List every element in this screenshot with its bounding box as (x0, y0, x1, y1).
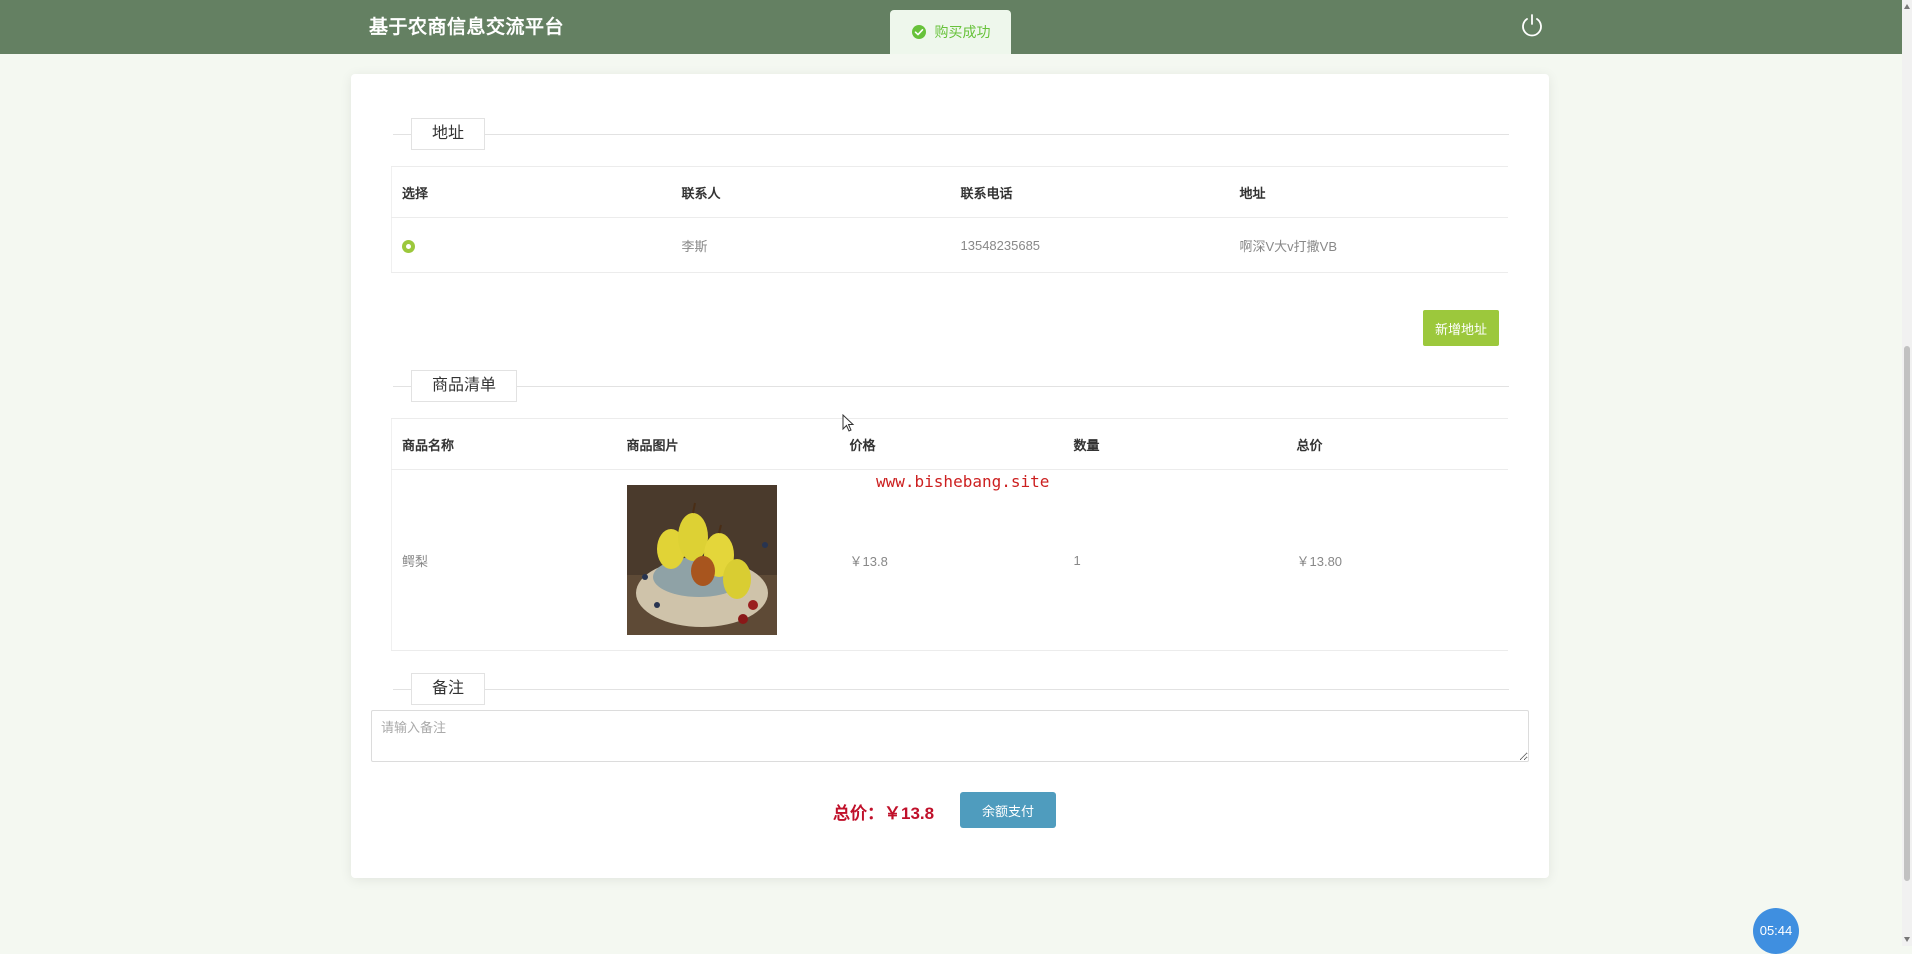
success-toast: 购买成功 (890, 10, 1011, 54)
goods-divider (393, 386, 1509, 387)
column-header: 数量 (1063, 418, 1287, 470)
product-quantity: 1 (1063, 469, 1287, 651)
address-radio[interactable] (402, 239, 415, 253)
balance-pay-button[interactable]: 余额支付 (960, 792, 1056, 828)
check-circle-icon (911, 25, 926, 39)
column-header: 总价 (1286, 418, 1508, 470)
product-name: 鳄梨 (391, 469, 617, 651)
address-divider (393, 134, 1509, 135)
site-title: 基于农商信息交流平台 (369, 17, 565, 38)
product-subtotal: ￥13.80 (1286, 469, 1508, 651)
column-header: 商品图片 (616, 418, 840, 470)
remark-legend: 备注 (411, 673, 485, 705)
add-address-button[interactable]: 新增地址 (1423, 310, 1499, 346)
watermark: www.bishebang.site (876, 472, 1050, 491)
product-image-cell (616, 469, 840, 651)
product-image (626, 485, 777, 635)
address-table-header: 选择 联系人 联系电话 地址 (391, 166, 1508, 218)
goods-table: 商品名称 商品图片 价格 数量 总价 鳄梨 ￥13.8 1 ￥13.80 (391, 418, 1508, 651)
address-table: 选择 联系人 联系电话 地址 李斯 13548235685 啊深V大v打撒VB (391, 166, 1508, 273)
scrollbar-thumb[interactable] (1904, 346, 1910, 881)
column-header: 地址 (1229, 166, 1508, 218)
address-select-cell[interactable] (391, 217, 672, 273)
contact-name: 李斯 (671, 217, 951, 273)
product-price: ￥13.8 (839, 469, 1064, 651)
goods-legend: 商品清单 (411, 370, 517, 402)
remark-input[interactable] (371, 710, 1529, 762)
column-header: 商品名称 (391, 418, 617, 470)
remark-divider (393, 689, 1509, 690)
mouse-cursor-icon (842, 414, 855, 432)
column-header: 联系电话 (950, 166, 1230, 218)
total-price: 总价：￥13.8 (833, 804, 935, 823)
column-header: 选择 (391, 166, 672, 218)
goods-table-header: 商品名称 商品图片 价格 数量 总价 (391, 418, 1508, 470)
table-row: 鳄梨 ￥13.8 1 ￥13.80 (391, 469, 1508, 651)
scroll-up-arrow-icon[interactable] (1904, 4, 1910, 9)
address-legend: 地址 (411, 118, 485, 150)
scrollbar[interactable] (1902, 0, 1912, 946)
toast-message: 购买成功 (934, 24, 991, 40)
contact-phone: 13548235685 (950, 217, 1230, 273)
contact-address: 啊深V大v打撒VB (1229, 217, 1508, 273)
column-header: 价格 (839, 418, 1064, 470)
clock-badge: 05:44 (1753, 908, 1799, 954)
scroll-down-arrow-icon[interactable] (1904, 937, 1910, 942)
column-header: 联系人 (671, 166, 951, 218)
power-icon[interactable] (1518, 11, 1546, 39)
table-row[interactable]: 李斯 13548235685 啊深V大v打撒VB (391, 217, 1508, 273)
